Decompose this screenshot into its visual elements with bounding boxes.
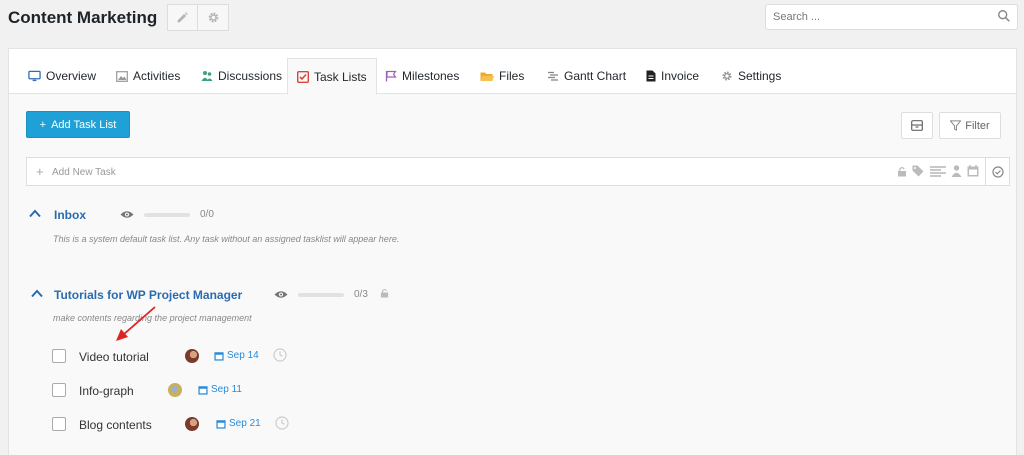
tag-icon[interactable] xyxy=(912,165,925,177)
tab-overview[interactable]: Overview xyxy=(19,58,105,94)
checklist-icon xyxy=(297,70,309,83)
list-title-inbox[interactable]: Inbox xyxy=(54,208,86,222)
eye-icon[interactable] xyxy=(120,210,134,219)
project-title: Content Marketing xyxy=(8,8,158,27)
list-progress-bar xyxy=(298,293,344,297)
list-description: This is a system default task list. Any … xyxy=(53,234,400,244)
tab-invoice[interactable]: Invoice xyxy=(637,58,708,94)
list-progress-text: 0/3 xyxy=(354,289,368,300)
submit-task-button[interactable] xyxy=(985,158,1009,185)
filter-label: Filter xyxy=(965,119,990,132)
avatar xyxy=(168,383,182,397)
task-title[interactable]: Blog contents xyxy=(79,418,152,432)
list-title-tutorials[interactable]: Tutorials for WP Project Manager xyxy=(54,288,242,302)
document-icon xyxy=(646,70,656,82)
users-icon xyxy=(201,71,213,81)
avatar xyxy=(185,417,199,431)
list-progress-text: 0/0 xyxy=(200,209,214,220)
filter-icon xyxy=(950,120,962,131)
tab-label: Settings xyxy=(738,69,782,83)
filter-button[interactable]: Filter xyxy=(939,112,1001,139)
tab-discussions[interactable]: Discussions xyxy=(192,58,291,94)
tab-milestones[interactable]: Milestones xyxy=(376,58,468,94)
list-progress-bar xyxy=(144,213,190,217)
project-settings-button[interactable] xyxy=(198,4,229,31)
folder-icon xyxy=(480,72,494,81)
avatar xyxy=(185,349,199,363)
task-checkbox[interactable] xyxy=(52,349,66,363)
check-circle-icon xyxy=(991,165,1004,178)
new-task-options xyxy=(897,165,979,177)
gear-icon xyxy=(208,12,218,23)
calendar-icon xyxy=(214,351,224,361)
chevron-up-icon[interactable] xyxy=(29,209,41,218)
tab-files[interactable]: Files xyxy=(471,58,533,94)
chevron-up-icon[interactable] xyxy=(31,289,43,298)
clock-icon[interactable] xyxy=(275,416,289,430)
calendar-icon xyxy=(198,385,208,395)
add-task-list-label: Add Task List xyxy=(51,118,117,131)
monitor-icon xyxy=(28,70,41,82)
description-icon[interactable] xyxy=(930,165,946,177)
tab-label: Invoice xyxy=(661,69,700,83)
user-icon[interactable] xyxy=(951,165,962,177)
task-checkbox[interactable] xyxy=(52,417,66,431)
tab-label: Task Lists xyxy=(314,69,367,84)
search-icon[interactable] xyxy=(997,9,1011,23)
header-actions xyxy=(167,4,229,31)
tab-task-lists[interactable]: Task Lists xyxy=(287,58,377,95)
clock-icon[interactable] xyxy=(273,348,287,362)
tab-label: Activities xyxy=(133,69,181,83)
lock-icon[interactable] xyxy=(897,166,907,177)
new-task-bar: + xyxy=(26,157,1010,186)
lock-icon[interactable] xyxy=(380,288,389,298)
task-checkbox[interactable] xyxy=(52,383,66,397)
calendar-icon[interactable] xyxy=(967,165,979,177)
project-panel: Overview Activities Discussions Task Lis… xyxy=(8,48,1017,455)
tab-gantt-chart[interactable]: Gantt Chart xyxy=(538,58,635,94)
task-title[interactable]: Video tutorial xyxy=(79,350,149,364)
gear-icon xyxy=(722,71,732,81)
tab-label: Gantt Chart xyxy=(564,69,627,83)
list-description: make contents regarding the project mana… xyxy=(53,313,252,323)
due-text: Sep 14 xyxy=(227,350,259,361)
due-text: Sep 11 xyxy=(211,384,242,395)
add-task-list-button[interactable]: + Add Task List xyxy=(26,111,130,138)
archive-icon xyxy=(911,120,923,131)
pencil-icon xyxy=(177,12,188,23)
search-input[interactable] xyxy=(766,5,981,29)
task-item[interactable]: Blog contents Sep 21 xyxy=(52,415,352,435)
edit-project-button[interactable] xyxy=(167,4,198,31)
image-icon xyxy=(116,70,128,82)
new-task-input[interactable] xyxy=(52,162,652,182)
tab-label: Files xyxy=(499,69,525,83)
tab-label: Overview xyxy=(46,69,97,83)
eye-icon[interactable] xyxy=(274,290,288,299)
tab-settings[interactable]: Settings xyxy=(712,58,790,94)
project-tabs: Overview Activities Discussions Task Lis… xyxy=(9,49,1016,95)
tab-label: Milestones xyxy=(402,69,460,83)
tab-label: Discussions xyxy=(218,69,283,83)
task-item[interactable]: Info-graph Sep 11 xyxy=(52,381,352,401)
task-due-date[interactable]: Sep 21 xyxy=(216,418,261,429)
tab-activities[interactable]: Activities xyxy=(107,58,189,94)
plus-icon: + xyxy=(39,118,47,131)
task-item[interactable]: Video tutorial Sep 14 xyxy=(52,347,352,367)
archive-button[interactable] xyxy=(901,112,933,139)
due-text: Sep 21 xyxy=(229,418,261,429)
search-box xyxy=(765,4,1018,30)
gantt-icon xyxy=(548,71,558,81)
task-due-date[interactable]: Sep 11 xyxy=(198,384,242,395)
plus-icon: + xyxy=(36,164,44,179)
flag-icon xyxy=(385,70,397,82)
task-due-date[interactable]: Sep 14 xyxy=(214,350,259,361)
task-title[interactable]: Info-graph xyxy=(79,384,134,398)
calendar-icon xyxy=(216,419,226,429)
